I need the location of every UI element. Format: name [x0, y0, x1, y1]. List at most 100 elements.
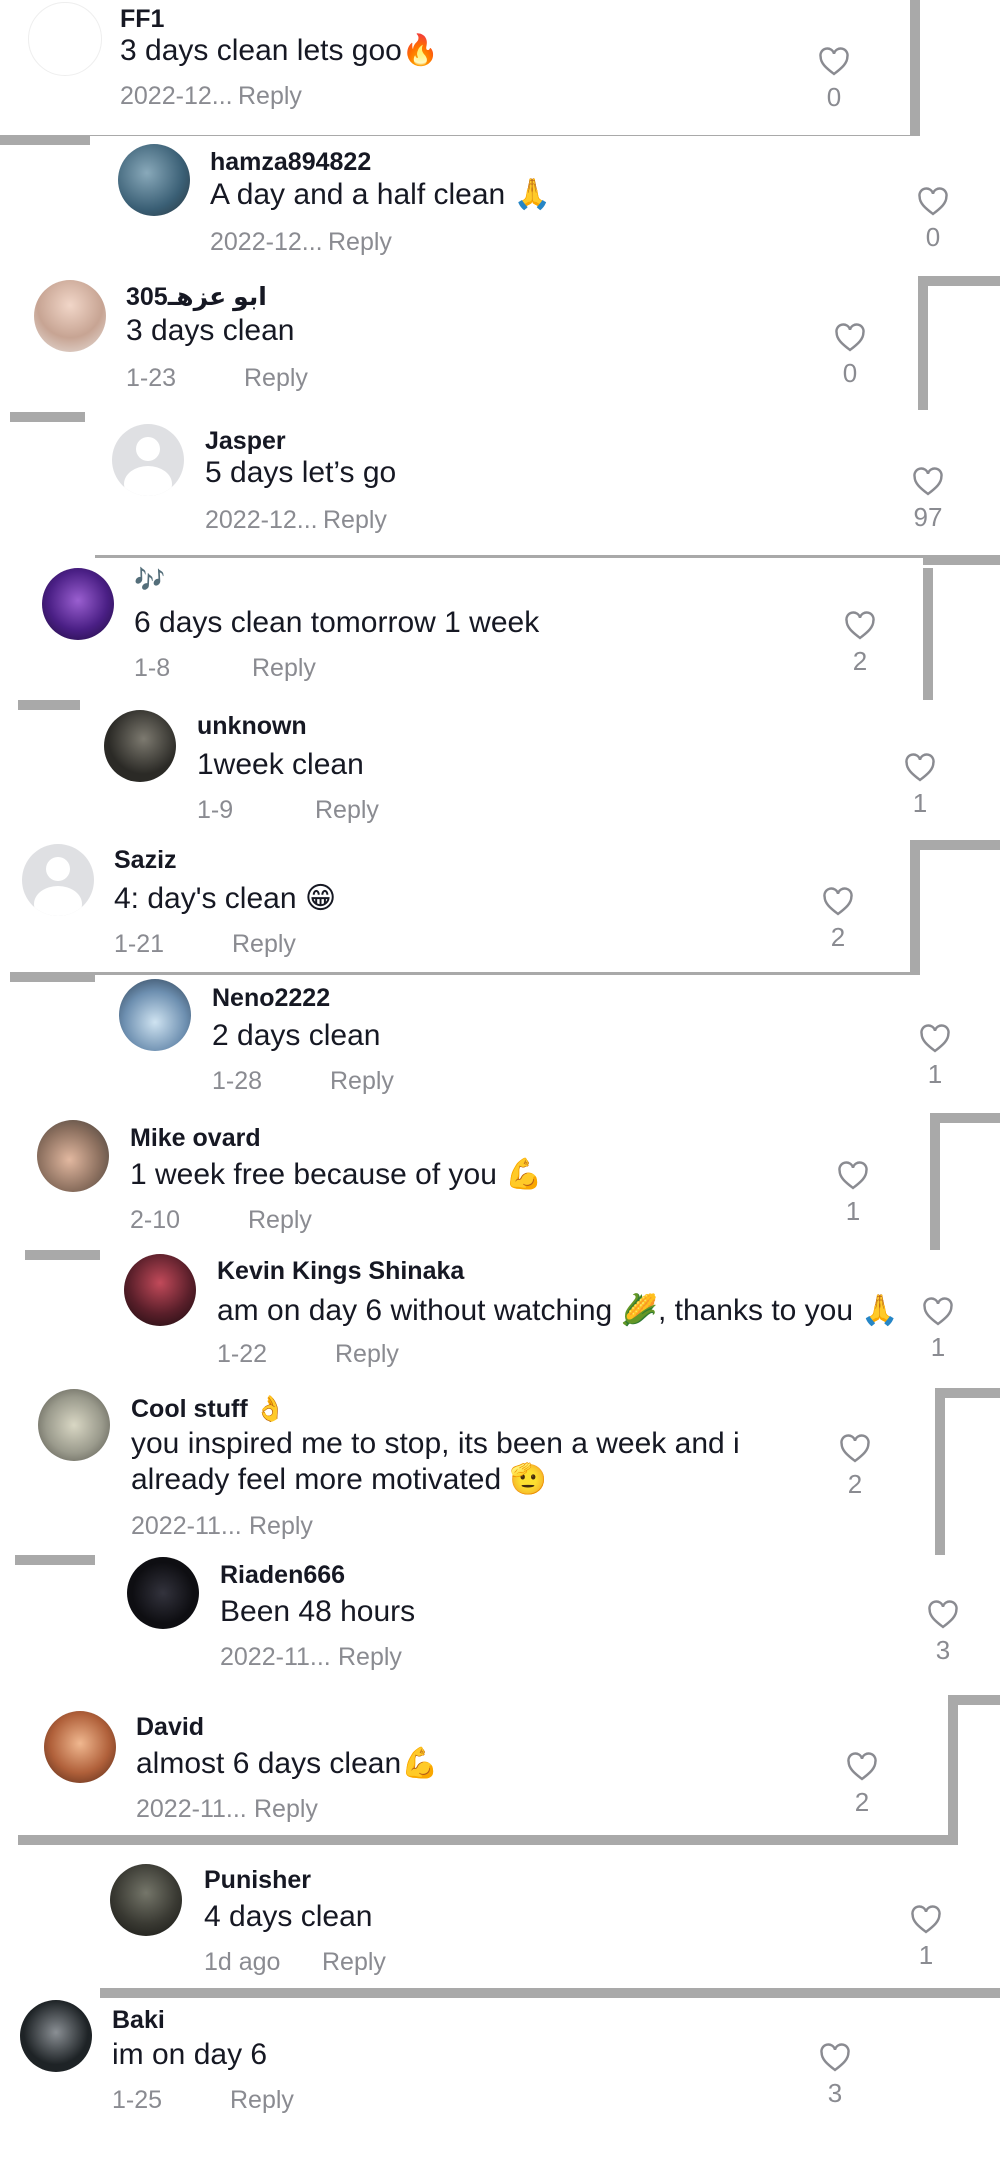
like-button[interactable]: 1: [890, 752, 950, 819]
heart-icon: [913, 467, 943, 496]
avatar[interactable]: [119, 979, 191, 1051]
reply-button[interactable]: Reply: [232, 930, 296, 958]
avatar[interactable]: [20, 2000, 92, 2072]
like-button[interactable]: 1: [896, 1904, 956, 1971]
comment-meta: 1-9 Reply: [197, 796, 379, 825]
comment-username[interactable]: David: [136, 1713, 204, 1742]
heart-icon: [905, 753, 935, 782]
reply-button[interactable]: Reply: [335, 1340, 399, 1368]
comment-date: 2022-11...: [220, 1643, 331, 1671]
comment-meta: 2022-11... Reply: [136, 1795, 318, 1824]
reply-button[interactable]: Reply: [249, 1512, 313, 1540]
heart-icon: [838, 1161, 868, 1190]
like-count: 1: [912, 788, 928, 818]
comment-date: 1-21: [114, 930, 165, 958]
reply-button[interactable]: Reply: [254, 1795, 318, 1823]
comment-meta: 1-25 Reply: [112, 2086, 294, 2115]
like-button[interactable]: 97: [898, 466, 958, 533]
like-button[interactable]: 3: [913, 1599, 973, 1666]
avatar[interactable]: [124, 1254, 196, 1326]
comment-username[interactable]: Baki: [112, 2006, 165, 2035]
comment-meta: 1-21 Reply: [114, 930, 296, 959]
comment-username[interactable]: unknown: [197, 712, 307, 741]
like-count: 1: [927, 1059, 943, 1089]
heart-icon: [911, 1905, 941, 1934]
comment-username[interactable]: Saziz: [114, 846, 177, 875]
comment-username[interactable]: 305ابو عزهـ: [126, 282, 267, 312]
comment-meta: 1-28 Reply: [212, 1067, 394, 1096]
like-count: 2: [830, 922, 846, 952]
avatar[interactable]: [110, 1864, 182, 1936]
comment-username[interactable]: FF1: [120, 5, 164, 34]
like-button[interactable]: 2: [808, 886, 868, 953]
avatar[interactable]: [38, 1389, 110, 1461]
comment-username[interactable]: 🎶: [134, 566, 165, 595]
heart-icon: [835, 323, 865, 352]
like-button[interactable]: 2: [830, 610, 890, 677]
reply-button[interactable]: Reply: [252, 654, 316, 682]
reply-button[interactable]: Reply: [338, 1643, 402, 1671]
like-button[interactable]: 0: [903, 186, 963, 253]
avatar[interactable]: [118, 144, 190, 216]
comment-date: 2022-11...: [136, 1795, 247, 1823]
comment-card: Punisher 4 days clean 1d ago Reply 1: [90, 1850, 1000, 1988]
comment-username[interactable]: Punisher: [204, 1866, 311, 1895]
comment-card: 305ابو عزهـ 3 days clean 1-23 Reply 0: [0, 272, 918, 412]
comment-text: 1week clean: [197, 748, 364, 781]
avatar[interactable]: [104, 710, 176, 782]
avatar[interactable]: [127, 1557, 199, 1629]
like-button[interactable]: 1: [908, 1296, 968, 1363]
reply-button[interactable]: Reply: [230, 2086, 294, 2114]
comment-username[interactable]: Kevin Kings Shinaka: [217, 1257, 464, 1286]
reply-button[interactable]: Reply: [322, 1948, 386, 1976]
reply-button[interactable]: Reply: [315, 796, 379, 824]
comment-username[interactable]: Cool stuff 👌: [131, 1395, 286, 1424]
like-button[interactable]: 3: [805, 2042, 865, 2109]
comment-meta: 2022-11... Reply: [131, 1512, 313, 1541]
avatar[interactable]: [22, 844, 94, 916]
comment-date: 2022-11...: [131, 1512, 242, 1540]
like-count: 2: [852, 646, 868, 676]
avatar[interactable]: [44, 1711, 116, 1783]
comment-text: am on day 6 without watching 🌽, thanks t…: [217, 1293, 899, 1328]
like-button[interactable]: 2: [832, 1751, 892, 1818]
like-count: 3: [827, 2078, 843, 2108]
like-button[interactable]: 0: [804, 46, 864, 113]
avatar[interactable]: [42, 568, 114, 640]
comment-text: im on day 6: [112, 2038, 268, 2071]
like-button[interactable]: 0: [820, 322, 880, 389]
like-button[interactable]: 2: [825, 1433, 885, 1500]
comment-card: hamza894822 A day and a half clean 🙏 202…: [90, 136, 1000, 276]
reply-button[interactable]: Reply: [248, 1206, 312, 1234]
comment-card: 🎶 6 days clean tomorrow 1 week 1-8 Reply …: [8, 558, 923, 700]
comment-username[interactable]: Neno2222: [212, 984, 330, 1013]
comment-text: 3 days clean: [126, 314, 295, 347]
heart-icon: [820, 2043, 850, 2072]
avatar[interactable]: [34, 280, 106, 352]
reply-button[interactable]: Reply: [244, 364, 308, 392]
avatar[interactable]: [112, 424, 184, 496]
like-count: 0: [925, 222, 941, 252]
reply-button[interactable]: Reply: [330, 1067, 394, 1095]
comment-date: 1-28: [212, 1067, 263, 1095]
comment-username[interactable]: hamza894822: [210, 148, 371, 177]
like-button[interactable]: 1: [823, 1160, 883, 1227]
avatar[interactable]: [37, 1120, 109, 1192]
heart-icon: [845, 611, 875, 640]
comment-username[interactable]: Riaden666: [220, 1561, 345, 1590]
comment-text: 6 days clean tomorrow 1 week: [134, 606, 540, 639]
avatar[interactable]: [28, 2, 102, 76]
heart-icon: [923, 1297, 953, 1326]
comment-username[interactable]: Mike ovard: [130, 1124, 261, 1153]
comment-card: Riaden666 Been 48 hours 2022-11... Reply …: [95, 1555, 1000, 1695]
reply-button[interactable]: Reply: [323, 506, 387, 534]
heart-icon: [819, 47, 849, 76]
comment-text: 5 days let’s go: [205, 456, 397, 489]
reply-button[interactable]: Reply: [238, 82, 302, 110]
reply-button[interactable]: Reply: [328, 228, 392, 256]
comment-text: A day and a half clean 🙏: [210, 177, 551, 212]
comment-date: 1-8: [134, 654, 171, 682]
comment-username[interactable]: Jasper: [205, 427, 286, 456]
like-button[interactable]: 1: [905, 1023, 965, 1090]
comment-meta: 2022-12... Reply: [120, 82, 302, 111]
